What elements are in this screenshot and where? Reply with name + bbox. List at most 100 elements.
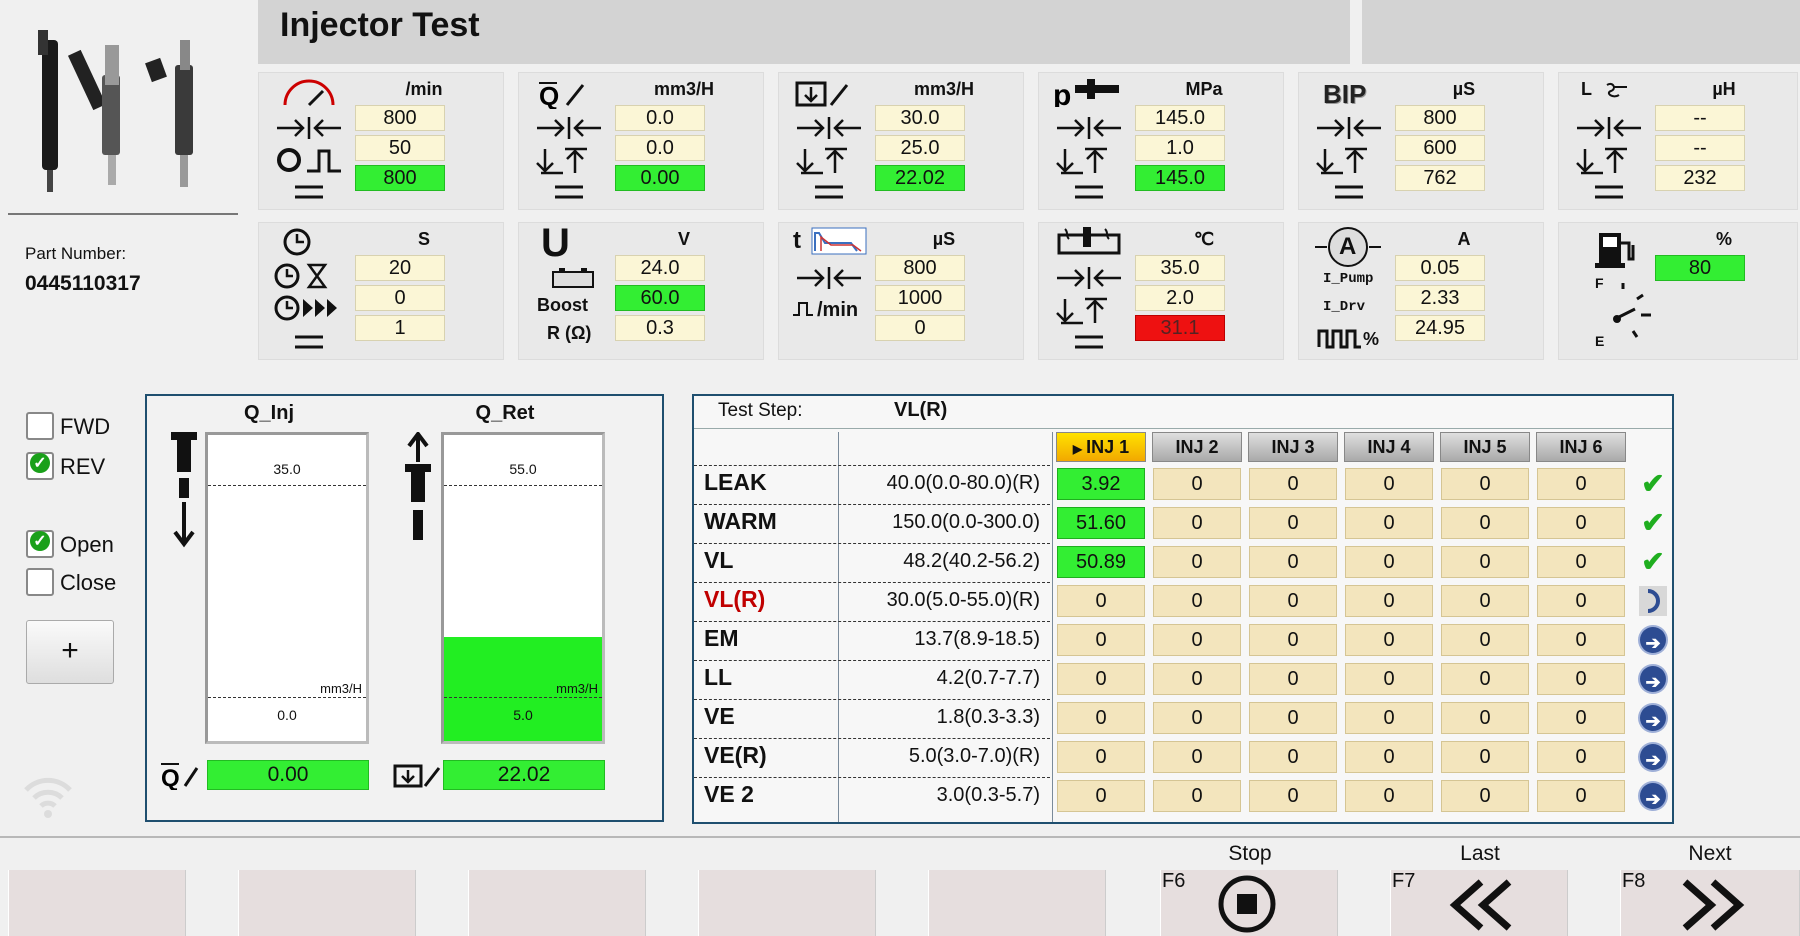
temperature-unit: ℃	[1193, 229, 1215, 249]
result-cell-inj5: 0	[1441, 624, 1529, 656]
actual-icon	[1595, 185, 1623, 199]
result-cell-inj2: 0	[1153, 702, 1241, 734]
current-unit: A	[1457, 229, 1471, 249]
arrow-right-circle-icon: ➔	[1638, 663, 1668, 695]
temperature-tolerance[interactable]: 2.0	[1135, 285, 1225, 311]
flow-panel: Q_Inj Q_Ret 35.0 mm3/H 0.0 55.0 mm3/H 5.…	[145, 394, 664, 822]
table-row[interactable]: VL(R) 30.0(5.0-55.0)(R) 0 0 0 0 0 0	[694, 585, 1674, 619]
time-cycles[interactable]: 1	[355, 315, 445, 341]
voltage-icon: U	[541, 221, 570, 265]
result-cell-inj1: 51.60	[1057, 507, 1145, 539]
speed-target[interactable]: 800	[355, 105, 445, 131]
last-button[interactable]	[1390, 870, 1568, 936]
injector-header-5[interactable]: INJ 5	[1440, 432, 1530, 462]
result-cell-inj4: 0	[1345, 624, 1433, 656]
bip-tolerance[interactable]: 600	[1395, 135, 1485, 161]
q-inj-unit: mm3/H	[320, 681, 362, 696]
injector-header-3[interactable]: INJ 3	[1248, 432, 1338, 462]
result-cell-inj3: 0	[1249, 585, 1337, 617]
injector-header-6[interactable]: INJ 6	[1536, 432, 1626, 462]
test-step-label: Test Step:	[718, 400, 803, 421]
result-cell-inj6: 0	[1537, 468, 1625, 500]
q-ret-value: 22.02	[443, 760, 605, 790]
injection-target[interactable]: 0.0	[615, 105, 705, 131]
pressure-unit: MPa	[1185, 79, 1223, 99]
table-row[interactable]: LL 4.2(0.7-7.7) 0 0 0 0 0 0 ➔	[694, 663, 1674, 697]
tolerance-icon	[1056, 297, 1107, 325]
bip-target[interactable]: 800	[1395, 105, 1485, 131]
voltage-supply[interactable]: 24.0	[615, 255, 705, 281]
close-checkbox[interactable]	[26, 568, 54, 596]
open-checkbox[interactable]	[26, 530, 54, 558]
result-cell-inj6: 0	[1537, 507, 1625, 539]
pulse-width[interactable]: 800	[875, 255, 965, 281]
table-row[interactable]: WARM 150.0(0.0-300.0) 51.60 0 0 0 0 0 ✔	[694, 507, 1674, 541]
target-icon	[1057, 267, 1121, 289]
return-target[interactable]: 30.0	[875, 105, 965, 131]
temperature-actual: 31.1	[1135, 315, 1225, 341]
fuel-pump-icon	[1595, 233, 1635, 268]
speed-step[interactable]: 50	[355, 135, 445, 161]
tolerance-icon	[1316, 147, 1367, 175]
next-button[interactable]	[1620, 870, 1800, 936]
injector-header-1[interactable]: ▶ INJ 1	[1056, 432, 1146, 462]
fwd-checkbox[interactable]	[26, 412, 54, 440]
side-divider	[8, 213, 238, 215]
row-separator	[694, 465, 1050, 466]
row-separator	[694, 699, 1050, 700]
step-spec: 48.2(40.2-56.2)	[903, 550, 1040, 572]
return-flow-icon	[795, 81, 849, 107]
panel-voltage: U Boost R (Ω) V 24.0 60.0 0.3	[518, 221, 764, 360]
voltage-boost: 60.0	[615, 285, 705, 311]
pump-current-label: I_Pump	[1323, 271, 1374, 287]
part-number-label: Part Number:	[25, 244, 127, 263]
injection-tolerance[interactable]: 0.0	[615, 135, 705, 161]
title-bar: Injector Test	[258, 0, 1350, 64]
fuel-empty-label: E	[1595, 333, 1605, 349]
pulse-unit: µS	[932, 229, 956, 249]
function-button-3[interactable]	[468, 870, 646, 936]
result-cell-inj5: 0	[1441, 507, 1529, 539]
plus-button[interactable]: +	[26, 620, 114, 684]
injection-unit: mm3/H	[653, 79, 715, 99]
stop-icon	[1218, 875, 1276, 933]
table-row[interactable]: VE 1.8(0.3-3.3) 0 0 0 0 0 0 ➔	[694, 702, 1674, 736]
table-row[interactable]: VE(R) 5.0(3.0-7.0)(R) 0 0 0 0 0 0 ➔	[694, 741, 1674, 775]
function-button-5[interactable]	[928, 870, 1106, 936]
function-button-1[interactable]	[8, 870, 186, 936]
pulse-time-icon: t	[793, 227, 801, 254]
pulse-frequency[interactable]: 1000	[875, 285, 965, 311]
pressure-target[interactable]: 145.0	[1135, 105, 1225, 131]
injector-header-4[interactable]: INJ 4	[1344, 432, 1434, 462]
inductance-tolerance[interactable]: --	[1655, 135, 1745, 161]
function-button-4[interactable]	[698, 870, 876, 936]
step-name: LL	[704, 664, 733, 690]
result-cell-inj3: 0	[1249, 702, 1337, 734]
step-spec: 13.7(8.9-18.5)	[914, 628, 1040, 650]
time-delay[interactable]: 0	[355, 285, 445, 311]
stop-button[interactable]	[1160, 870, 1338, 936]
function-button-2[interactable]	[238, 870, 416, 936]
rev-checkbox[interactable]	[26, 452, 54, 480]
resistance-value: 0.3	[615, 315, 705, 341]
time-duration[interactable]: 20	[355, 255, 445, 281]
pressure-tolerance[interactable]: 1.0	[1135, 135, 1225, 161]
injector-image	[38, 30, 193, 192]
table-row[interactable]: LEAK 40.0(0.0-80.0)(R) 3.92 0 0 0 0 0 ✔	[694, 468, 1674, 502]
temperature-target[interactable]: 35.0	[1135, 255, 1225, 281]
stop-label: Stop	[1228, 842, 1272, 865]
return-tolerance[interactable]: 25.0	[875, 135, 965, 161]
step-name: VE 2	[704, 781, 754, 807]
table-row[interactable]: VL 48.2(40.2-56.2) 50.89 0 0 0 0 0 ✔	[694, 546, 1674, 580]
arrow-right-circle-icon: ➔	[1638, 780, 1668, 812]
wifi-icon	[24, 777, 72, 818]
tolerance-icon	[796, 147, 847, 175]
result-cell-inj6: 0	[1537, 741, 1625, 773]
panel-pressure: p MPa 145.0 1.0 145.0	[1038, 72, 1284, 210]
q-inj-gauge: 35.0 mm3/H 0.0	[205, 432, 369, 744]
table-row[interactable]: VE 2 3.0(0.3-5.7) 0 0 0 0 0 0 ➔	[694, 780, 1674, 814]
inductance-target[interactable]: --	[1655, 105, 1745, 131]
table-row[interactable]: EM 13.7(8.9-18.5) 0 0 0 0 0 0 ➔	[694, 624, 1674, 658]
injector-header-2[interactable]: INJ 2	[1152, 432, 1242, 462]
actual-icon	[815, 185, 843, 199]
